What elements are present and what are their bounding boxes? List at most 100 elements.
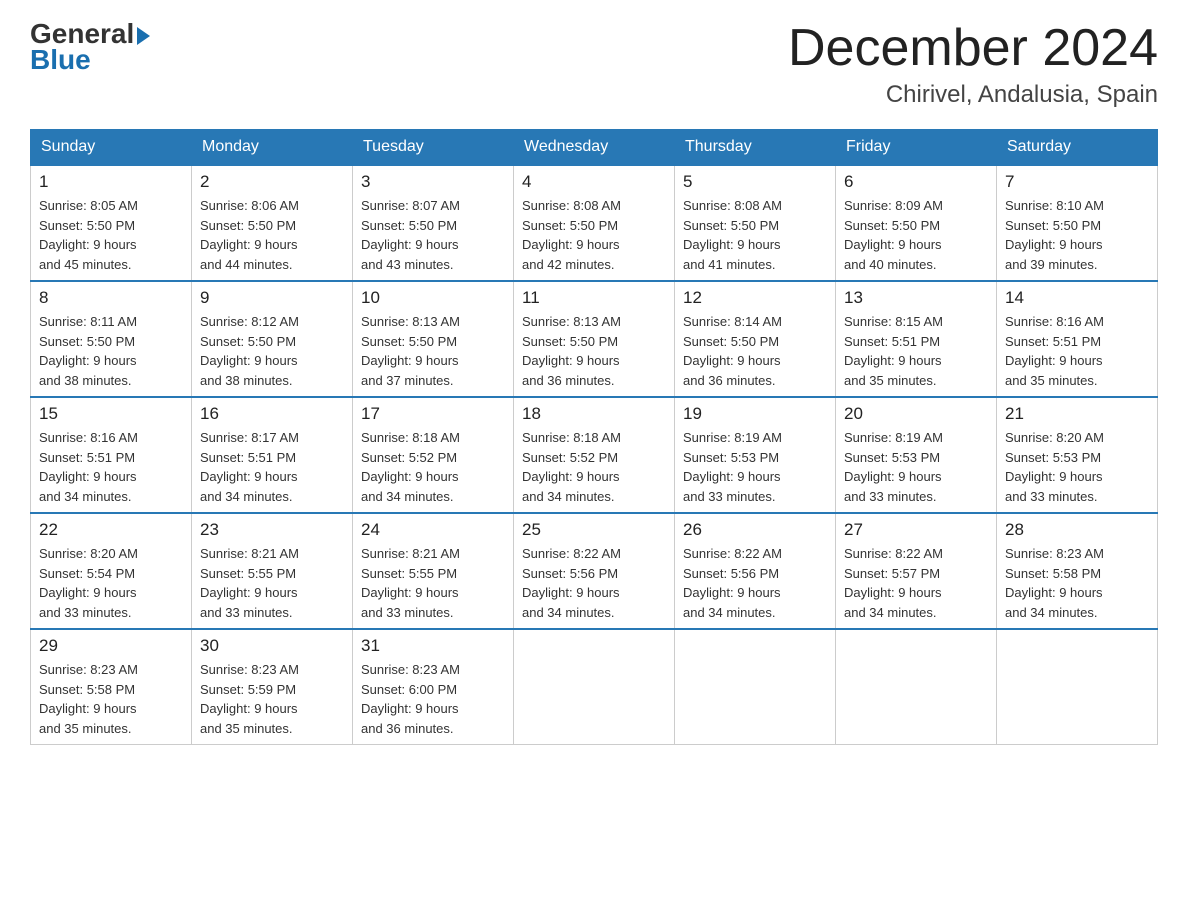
calendar-cell: 3 Sunrise: 8:07 AMSunset: 5:50 PMDaylight… [353,165,514,281]
calendar-cell: 17 Sunrise: 8:18 AMSunset: 5:52 PMDayligh… [353,397,514,513]
weekday-header-wednesday: Wednesday [514,130,675,166]
calendar-cell: 1 Sunrise: 8:05 AMSunset: 5:50 PMDaylight… [31,165,192,281]
day-info: Sunrise: 8:18 AMSunset: 5:52 PMDaylight:… [361,428,505,506]
weekday-header-tuesday: Tuesday [353,130,514,166]
day-info: Sunrise: 8:05 AMSunset: 5:50 PMDaylight:… [39,196,183,274]
day-number: 4 [522,172,666,192]
day-info: Sunrise: 8:22 AMSunset: 5:57 PMDaylight:… [844,544,988,622]
calendar-week-row: 22 Sunrise: 8:20 AMSunset: 5:54 PMDayligh… [31,513,1158,629]
day-info: Sunrise: 8:16 AMSunset: 5:51 PMDaylight:… [39,428,183,506]
calendar-cell: 7 Sunrise: 8:10 AMSunset: 5:50 PMDaylight… [997,165,1158,281]
day-number: 15 [39,404,183,424]
day-number: 31 [361,636,505,656]
calendar-cell: 13 Sunrise: 8:15 AMSunset: 5:51 PMDayligh… [836,281,997,397]
day-number: 21 [1005,404,1149,424]
day-info: Sunrise: 8:13 AMSunset: 5:50 PMDaylight:… [522,312,666,390]
calendar-cell: 9 Sunrise: 8:12 AMSunset: 5:50 PMDaylight… [192,281,353,397]
weekday-header-saturday: Saturday [997,130,1158,166]
day-info: Sunrise: 8:19 AMSunset: 5:53 PMDaylight:… [683,428,827,506]
calendar-cell: 12 Sunrise: 8:14 AMSunset: 5:50 PMDayligh… [675,281,836,397]
calendar-cell: 25 Sunrise: 8:22 AMSunset: 5:56 PMDayligh… [514,513,675,629]
calendar-week-row: 8 Sunrise: 8:11 AMSunset: 5:50 PMDaylight… [31,281,1158,397]
calendar-cell: 31 Sunrise: 8:23 AMSunset: 6:00 PMDayligh… [353,629,514,745]
day-info: Sunrise: 8:18 AMSunset: 5:52 PMDaylight:… [522,428,666,506]
weekday-header-monday: Monday [192,130,353,166]
day-info: Sunrise: 8:23 AMSunset: 5:58 PMDaylight:… [1005,544,1149,622]
weekday-header-friday: Friday [836,130,997,166]
day-number: 18 [522,404,666,424]
day-info: Sunrise: 8:23 AMSunset: 5:58 PMDaylight:… [39,660,183,738]
calendar-cell: 28Sunrise: 8:23 AMSunset: 5:58 PMDayligh… [997,513,1158,629]
day-number: 13 [844,288,988,308]
day-info: Sunrise: 8:06 AMSunset: 5:50 PMDaylight:… [200,196,344,274]
weekday-header-sunday: Sunday [31,130,192,166]
calendar-cell [836,629,997,745]
weekday-header-thursday: Thursday [675,130,836,166]
day-number: 2 [200,172,344,192]
logo: General Blue [30,20,150,76]
calendar-cell: 15 Sunrise: 8:16 AMSunset: 5:51 PMDayligh… [31,397,192,513]
day-info: Sunrise: 8:10 AMSunset: 5:50 PMDaylight:… [1005,196,1149,274]
page-header: General Blue December 2024 Chirivel, And… [30,20,1158,109]
day-number: 11 [522,288,666,308]
calendar-cell: 18 Sunrise: 8:18 AMSunset: 5:52 PMDayligh… [514,397,675,513]
day-number: 5 [683,172,827,192]
calendar-cell [675,629,836,745]
day-number: 20 [844,404,988,424]
calendar-cell: 11 Sunrise: 8:13 AMSunset: 5:50 PMDayligh… [514,281,675,397]
day-info: Sunrise: 8:08 AMSunset: 5:50 PMDaylight:… [683,196,827,274]
day-number: 26 [683,520,827,540]
calendar-cell: 26Sunrise: 8:22 AMSunset: 5:56 PMDayligh… [675,513,836,629]
calendar-cell [997,629,1158,745]
day-info: Sunrise: 8:12 AMSunset: 5:50 PMDaylight:… [200,312,344,390]
calendar-cell: 30Sunrise: 8:23 AMSunset: 5:59 PMDayligh… [192,629,353,745]
day-info: Sunrise: 8:13 AMSunset: 5:50 PMDaylight:… [361,312,505,390]
day-info: Sunrise: 8:14 AMSunset: 5:50 PMDaylight:… [683,312,827,390]
day-number: 3 [361,172,505,192]
day-info: Sunrise: 8:15 AMSunset: 5:51 PMDaylight:… [844,312,988,390]
day-info: Sunrise: 8:09 AMSunset: 5:50 PMDaylight:… [844,196,988,274]
day-number: 6 [844,172,988,192]
day-number: 1 [39,172,183,192]
calendar-cell: 2 Sunrise: 8:06 AMSunset: 5:50 PMDaylight… [192,165,353,281]
calendar-cell: 20 Sunrise: 8:19 AMSunset: 5:53 PMDayligh… [836,397,997,513]
calendar-cell: 16Sunrise: 8:17 AMSunset: 5:51 PMDayligh… [192,397,353,513]
day-number: 10 [361,288,505,308]
day-number: 17 [361,404,505,424]
calendar-week-row: 15 Sunrise: 8:16 AMSunset: 5:51 PMDayligh… [31,397,1158,513]
month-year-title: December 2024 [788,20,1158,77]
day-number: 29 [39,636,183,656]
calendar-cell: 4Sunrise: 8:08 AMSunset: 5:50 PMDaylight… [514,165,675,281]
calendar-cell: 22 Sunrise: 8:20 AMSunset: 5:54 PMDayligh… [31,513,192,629]
day-number: 30 [200,636,344,656]
day-number: 8 [39,288,183,308]
day-number: 14 [1005,288,1149,308]
day-info: Sunrise: 8:23 AMSunset: 6:00 PMDaylight:… [361,660,505,738]
calendar-cell [514,629,675,745]
day-info: Sunrise: 8:19 AMSunset: 5:53 PMDaylight:… [844,428,988,506]
day-info: Sunrise: 8:20 AMSunset: 5:53 PMDaylight:… [1005,428,1149,506]
calendar-cell: 14 Sunrise: 8:16 AMSunset: 5:51 PMDayligh… [997,281,1158,397]
calendar-cell: 6 Sunrise: 8:09 AMSunset: 5:50 PMDaylight… [836,165,997,281]
calendar-cell: 24Sunrise: 8:21 AMSunset: 5:55 PMDayligh… [353,513,514,629]
day-number: 7 [1005,172,1149,192]
day-info: Sunrise: 8:11 AMSunset: 5:50 PMDaylight:… [39,312,183,390]
day-info: Sunrise: 8:20 AMSunset: 5:54 PMDaylight:… [39,544,183,622]
day-info: Sunrise: 8:21 AMSunset: 5:55 PMDaylight:… [361,544,505,622]
calendar-cell: 5 Sunrise: 8:08 AMSunset: 5:50 PMDaylight… [675,165,836,281]
day-info: Sunrise: 8:16 AMSunset: 5:51 PMDaylight:… [1005,312,1149,390]
day-number: 27 [844,520,988,540]
calendar-cell: 27 Sunrise: 8:22 AMSunset: 5:57 PMDayligh… [836,513,997,629]
day-number: 19 [683,404,827,424]
calendar-cell: 23Sunrise: 8:21 AMSunset: 5:55 PMDayligh… [192,513,353,629]
day-info: Sunrise: 8:22 AMSunset: 5:56 PMDaylight:… [522,544,666,622]
location-title: Chirivel, Andalusia, Spain [788,81,1158,109]
calendar-cell: 21 Sunrise: 8:20 AMSunset: 5:53 PMDayligh… [997,397,1158,513]
day-info: Sunrise: 8:07 AMSunset: 5:50 PMDaylight:… [361,196,505,274]
day-number: 23 [200,520,344,540]
day-number: 9 [200,288,344,308]
day-number: 22 [39,520,183,540]
calendar-header-row: SundayMondayTuesdayWednesdayThursdayFrid… [31,130,1158,166]
day-number: 25 [522,520,666,540]
day-number: 12 [683,288,827,308]
